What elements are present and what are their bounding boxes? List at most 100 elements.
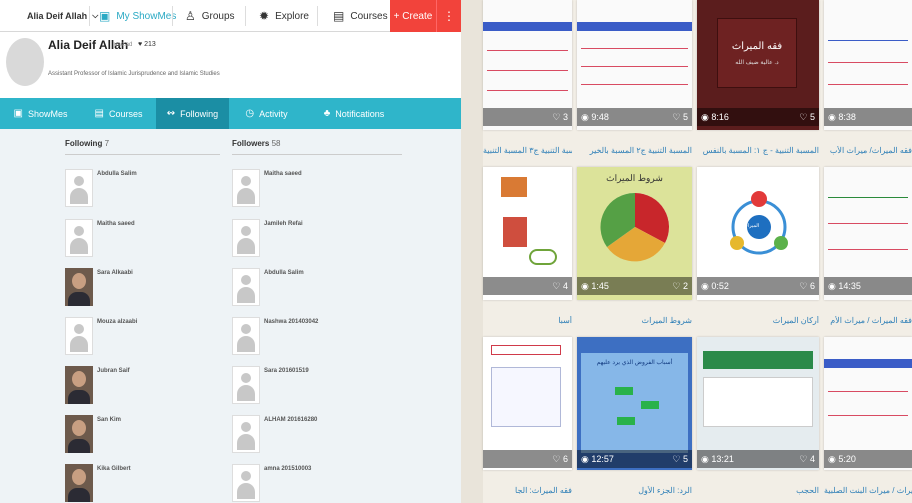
nav-my-showmes[interactable]: ▣ My ShowMes (99, 0, 176, 32)
video-stats: ◉ 5:20 (824, 450, 912, 468)
video-title[interactable]: الحجب (697, 486, 819, 495)
profile-score: ♥ 213 (138, 41, 156, 48)
profile-title: Assistant Professor of Islamic Jurisprud… (48, 71, 220, 77)
video-title[interactable]: فقه الميراث / ميراث الأم (824, 316, 912, 325)
video-title[interactable]: الرد: الجزء الأول (577, 486, 692, 495)
video-title[interactable]: أركان الميراث (697, 316, 819, 325)
video-title[interactable]: فقه الميراث/ ميراث الأب (824, 146, 912, 155)
following-item[interactable]: Abdulla Salim (65, 169, 235, 209)
video-stats: ♡ 3 (483, 108, 572, 126)
video-stats: ♡ 6 (483, 450, 572, 468)
duration: ◉ 5:20 (828, 453, 856, 464)
showme-profile-panel: Alia Deif Allah ⌵ ▣ My ShowMes ♙ Groups … (0, 0, 461, 503)
video-title[interactable]: فقه الميراث / ميراث البنت الصلبية (824, 486, 912, 495)
user-menu[interactable]: Alia Deif Allah ⌵ (27, 0, 98, 32)
video-card[interactable]: ◉ 9:48 ♡ 5 (577, 0, 692, 130)
ruled-line (828, 223, 908, 224)
tab-showmes[interactable]: ▣ ShowMes (0, 98, 81, 129)
ruled-line (828, 62, 908, 63)
user-name: amna 201510003 (264, 466, 312, 472)
slide: فقه الميراث د. عالية ضيف الله (717, 18, 797, 88)
diagram-label: الميراث (743, 223, 760, 229)
video-card[interactable]: ◉ 8:38 (824, 0, 912, 130)
avatar (65, 219, 93, 257)
groups-icon: ♙ (185, 9, 196, 23)
top-navigation: Alia Deif Allah ⌵ ▣ My ShowMes ♙ Groups … (0, 0, 461, 32)
likes-value: 6 (809, 280, 815, 291)
following-item[interactable]: Jubran Saif (65, 366, 235, 406)
likes-value: 3 (562, 111, 568, 122)
duration-value: 1:45 (591, 280, 609, 291)
duration-value: 8:38 (838, 111, 856, 122)
video-card[interactable]: ♡ 4 (483, 167, 572, 300)
following-label: Following (65, 139, 103, 148)
nav-groups[interactable]: ♙ Groups (185, 0, 235, 32)
follower-item[interactable]: Abdulla Salim (232, 268, 402, 308)
tab-following[interactable]: ↭ Following (156, 98, 229, 129)
followers-header: Followers 58 (232, 139, 280, 148)
followers-count: 58 (271, 139, 281, 148)
following-item[interactable]: San Kim (65, 415, 235, 455)
profile-username: uae.ad (114, 42, 133, 48)
video-title[interactable]: شروط الميراث (577, 316, 692, 325)
nav-courses[interactable]: ▤ Courses (333, 0, 388, 32)
video-stats: ◉ 9:48 ♡ 5 (577, 108, 692, 126)
slide-title: شروط الميراث (606, 173, 663, 183)
duration-value: 0:52 (711, 280, 729, 291)
tab-courses-label: Courses (108, 108, 143, 119)
video-stats: ◉ 14:35 (824, 277, 912, 295)
follower-item[interactable]: amna 201510003 (232, 464, 402, 503)
follower-item[interactable]: ALHAM 201616280 (232, 415, 402, 455)
followers-label: Followers (232, 139, 270, 148)
tab-notifications[interactable]: ♣ Notifications (304, 98, 404, 129)
video-stats: ◉ 13:21 ♡ 4 (697, 450, 819, 468)
video-card[interactable]: شروط الميراث ◉ 1:45 ♡ 2 (577, 167, 692, 300)
follower-item[interactable]: Jamileh Refai (232, 219, 402, 259)
video-card[interactable]: الميراث ◉ 0:52 ♡ 6 (697, 167, 819, 300)
tab-courses[interactable]: ▤ Courses (81, 98, 156, 129)
slide-header (703, 351, 813, 369)
duration-value: 14:35 (838, 280, 861, 291)
video-card[interactable]: فقه الميراث د. عالية ضيف الله ◉ 8:16 ♡ 5 (697, 0, 819, 130)
follower-item[interactable]: Maitha saeed (232, 169, 402, 209)
following-item[interactable]: Maitha saeed (65, 219, 235, 259)
video-title[interactable]: فقه الميراث: الجا (483, 486, 572, 495)
likes-value: 5 (682, 453, 688, 464)
thumbnail-header (824, 359, 912, 368)
video-stats: ◉ 8:16 ♡ 5 (697, 108, 819, 126)
avatar (65, 317, 93, 355)
following-item[interactable]: Mouza alzaabi (65, 317, 235, 357)
nav-explore[interactable]: ✹ Explore (259, 0, 309, 32)
ruled-line (581, 66, 688, 67)
video-title[interactable]: أسبا (483, 316, 572, 325)
duration: ◉ 12:57 (581, 453, 614, 464)
likes-count: ♡ 5 (672, 453, 688, 464)
follower-item[interactable]: Sara 201601519 (232, 366, 402, 406)
likes-value: 5 (809, 111, 815, 122)
video-title[interactable]: المسبة التنبية ج٣ المسبة التنبية (483, 146, 572, 155)
video-title[interactable]: المسبة التنبية ج٢ المسبة بالخير (577, 146, 692, 155)
video-card[interactable]: أسباب الفروض الذي يرد عليهم ◉ 12:57 ♡ 5 (577, 337, 692, 470)
video-title[interactable]: المسبة التنبية - ج ١: المسبة بالنفس (697, 146, 819, 155)
following-item[interactable]: Sara Alkaabi (65, 268, 235, 308)
more-options-icon[interactable]: ⋮ (436, 0, 461, 32)
create-button[interactable]: + Create (390, 0, 436, 32)
follower-item[interactable]: Nashwa 201403042 (232, 317, 402, 357)
video-card[interactable]: ♡ 3 (483, 0, 572, 130)
video-card[interactable]: ◉ 13:21 ♡ 4 (697, 337, 819, 470)
link-icon: ↭ (166, 108, 176, 119)
showme-icon: ▣ (13, 108, 23, 119)
video-card[interactable]: ◉ 14:35 (824, 167, 912, 300)
video-card[interactable]: ◉ 5:20 (824, 337, 912, 470)
following-item[interactable]: Kika Gilbert (65, 464, 235, 503)
answer-box (641, 401, 659, 409)
avatar (232, 464, 260, 502)
tab-activity[interactable]: ◷ Activity (229, 98, 304, 129)
user-name: Kika Gilbert (97, 466, 131, 472)
slide: أسباب الفروض الذي يرد عليهم (581, 353, 688, 453)
video-card[interactable]: ♡ 6 (483, 337, 572, 470)
ruled-line (487, 70, 568, 71)
user-name: Nashwa 201403042 (264, 319, 319, 325)
slide-table (703, 377, 813, 427)
avatar (232, 169, 260, 207)
